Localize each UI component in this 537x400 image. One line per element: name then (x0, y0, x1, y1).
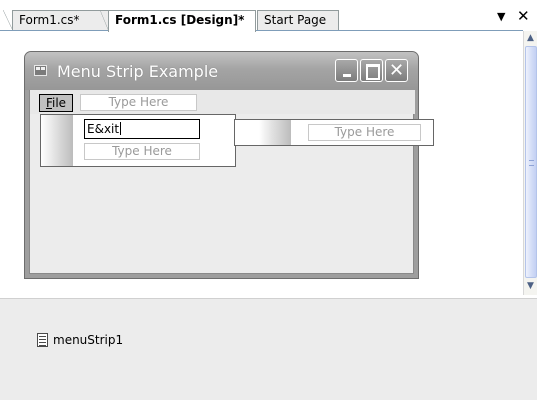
scroll-down-icon[interactable]: ▼ (524, 279, 537, 293)
form-client-area[interactable]: File Type Here E&xit Type Here Type Here (29, 90, 434, 274)
exit-item-edit-field[interactable]: E&xit (84, 119, 200, 139)
form-app-icon (34, 65, 47, 76)
tray-item-label: menuStrip1 (53, 333, 124, 347)
chevron-down-icon[interactable]: ▼ (497, 10, 505, 23)
dropdown-image-margin (41, 115, 73, 166)
file-label-rest: ile (51, 96, 67, 110)
component-tray: menuStrip1 (0, 298, 537, 400)
menubar-type-here[interactable]: Type Here (80, 94, 197, 111)
close-icon[interactable]: ✕ (517, 7, 530, 25)
tab-label: Start Page (264, 13, 327, 27)
exit-submenu[interactable]: Type Here (234, 119, 434, 146)
maximize-icon[interactable] (360, 59, 383, 82)
submenu-type-here[interactable]: Type Here (308, 124, 421, 141)
scroll-up-icon[interactable]: ▲ (524, 31, 537, 45)
menustrip-icon (37, 333, 48, 347)
menu-strip[interactable]: File Type Here (30, 90, 415, 114)
document-tab-strip: Form1.cs* Form1.cs [Design]* Start Page … (0, 0, 537, 32)
tab-label: Form1.cs* (19, 13, 80, 27)
form-title: Menu Strip Example (57, 62, 219, 81)
close-icon[interactable]: ✕ (385, 59, 408, 82)
exit-item-text: E&xit (87, 122, 120, 136)
file-dropdown-menu[interactable]: E&xit Type Here (40, 114, 236, 167)
tab-form1-cs[interactable]: Form1.cs* (3, 10, 109, 31)
form-window[interactable]: Menu Strip Example ✕ File Type Here E&xi… (24, 51, 434, 279)
form-titlebar[interactable]: Menu Strip Example ✕ (25, 52, 418, 90)
dropdown-type-here[interactable]: Type Here (84, 143, 200, 160)
tab-form1-design[interactable]: Form1.cs [Design]* (100, 10, 256, 32)
tab-label: Form1.cs [Design]* (115, 13, 245, 27)
minimize-icon[interactable] (335, 59, 358, 82)
tab-start-page[interactable]: Start Page (257, 10, 339, 31)
submenu-image-margin (259, 120, 291, 145)
scrollbar-thumb[interactable] (525, 46, 537, 278)
grip-icon (529, 160, 534, 166)
vertical-scrollbar[interactable]: ▲ ▼ (523, 31, 537, 295)
menu-item-file[interactable]: File (39, 94, 73, 112)
text-caret (120, 122, 122, 135)
